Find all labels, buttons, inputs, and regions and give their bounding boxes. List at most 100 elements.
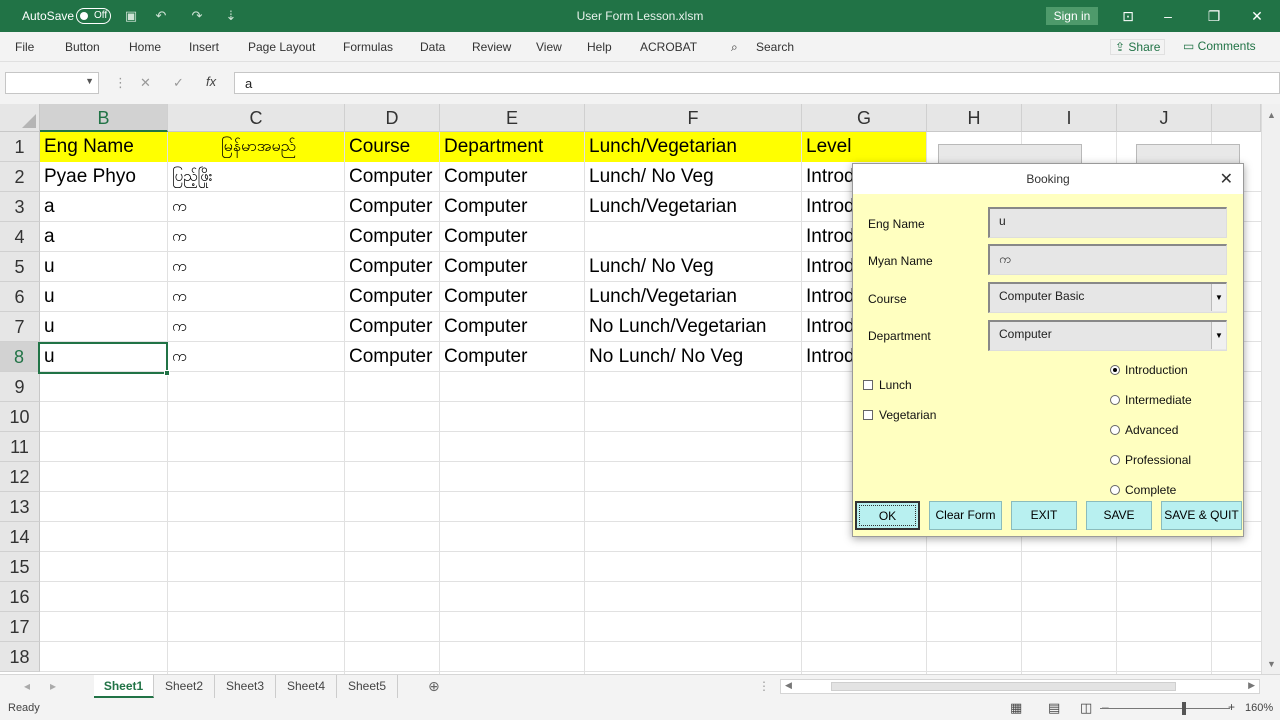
column-header-b[interactable]: B [40, 104, 168, 132]
tab-home[interactable]: Home [129, 40, 161, 54]
table-cell[interactable]: Lunch/Vegetarian [585, 192, 802, 222]
row-header[interactable]: 7 [0, 312, 40, 342]
tab-acrobat[interactable]: ACROBAT [640, 40, 697, 54]
row-header[interactable]: 15 [0, 552, 40, 582]
formula-input[interactable]: a [234, 72, 1280, 94]
tab-insert[interactable]: Insert [189, 40, 219, 54]
table-cell[interactable]: Computer [440, 312, 585, 342]
level-radio-introduction[interactable]: Introduction [1110, 363, 1188, 377]
scroll-right-icon[interactable]: ▶ [1248, 680, 1255, 691]
header-cell[interactable]: Eng Name [40, 132, 168, 162]
scroll-thumb[interactable] [831, 682, 1176, 691]
radio-selected-icon[interactable] [1110, 365, 1120, 375]
column-header-j[interactable]: J [1117, 104, 1212, 132]
level-radio-professional[interactable]: Professional [1110, 453, 1191, 467]
table-cell[interactable]: Pyae Phyo [40, 162, 168, 192]
header-cell[interactable]: Department [440, 132, 585, 162]
table-cell[interactable]: Introd [802, 252, 854, 282]
zoom-slider[interactable] [1100, 708, 1230, 709]
vegetarian-checkbox[interactable]: Vegetarian [863, 408, 936, 422]
table-cell[interactable]: Computer [440, 342, 585, 372]
header-cell[interactable]: မြန်မာအမည် [168, 132, 345, 162]
vertical-scrollbar[interactable]: ▲ ▼ [1261, 104, 1280, 674]
table-cell[interactable]: Introd [802, 282, 854, 312]
page-layout-icon[interactable]: ▤ [1048, 700, 1060, 716]
close-icon[interactable]: ✕ [1220, 169, 1233, 189]
prev-sheet-icon[interactable]: ◂ [24, 679, 30, 693]
tab-button[interactable]: Button [65, 40, 100, 54]
normal-view-icon[interactable]: ▦ [1010, 700, 1022, 716]
row-header[interactable]: 10 [0, 402, 40, 432]
zoom-level[interactable]: 160% [1245, 702, 1273, 714]
table-cell[interactable]: က [168, 282, 345, 312]
table-cell[interactable]: Computer [440, 162, 585, 192]
table-cell[interactable]: က [168, 312, 345, 342]
department-select[interactable]: Computer ▼ [988, 320, 1227, 351]
ok-button[interactable]: OK [855, 501, 920, 530]
maximize-icon[interactable]: ❐ [1204, 6, 1224, 26]
table-cell[interactable]: Introd [802, 312, 854, 342]
row-header[interactable]: 16 [0, 582, 40, 612]
enter-icon[interactable]: ✓ [173, 75, 184, 91]
chevron-down-icon[interactable]: ▼ [1211, 284, 1226, 311]
table-cell[interactable]: Computer [345, 312, 440, 342]
header-cell[interactable]: Level [802, 132, 927, 162]
zoom-in-icon[interactable]: + [1228, 700, 1235, 714]
table-cell[interactable]: Lunch/ No Veg [585, 162, 802, 192]
tab-page-layout[interactable]: Page Layout [248, 40, 315, 54]
level-radio-intermediate[interactable]: Intermediate [1110, 393, 1192, 407]
column-header-c[interactable]: C [168, 104, 345, 132]
table-cell[interactable]: Lunch/ No Veg [585, 252, 802, 282]
eng-name-field[interactable]: u [988, 207, 1227, 238]
sheet-tab-sheet4[interactable]: Sheet4 [276, 675, 337, 698]
level-radio-advanced[interactable]: Advanced [1110, 423, 1178, 437]
column-header-f[interactable]: F [585, 104, 802, 132]
level-radio-complete[interactable]: Complete [1110, 483, 1176, 497]
ribbon-display-icon[interactable]: ⊡ [1118, 6, 1138, 26]
table-cell[interactable]: Computer [345, 282, 440, 312]
table-cell[interactable]: Introd [802, 162, 854, 192]
column-header-g[interactable]: G [802, 104, 927, 132]
zoom-slider-thumb[interactable] [1182, 702, 1186, 715]
course-select[interactable]: Computer Basic ▼ [988, 282, 1227, 313]
save-button[interactable]: SAVE [1086, 501, 1152, 530]
table-cell[interactable]: u [40, 312, 168, 342]
scroll-down-icon[interactable]: ▼ [1267, 659, 1276, 669]
table-cell[interactable]: Introd [802, 342, 854, 372]
row-header[interactable]: 8 [0, 342, 40, 372]
table-cell[interactable]: No Lunch/ No Veg [585, 342, 802, 372]
fill-handle[interactable] [164, 370, 170, 376]
comments-button[interactable]: ▭ Comments [1183, 39, 1256, 53]
tab-data[interactable]: Data [420, 40, 445, 54]
page-break-icon[interactable]: ◫ [1080, 700, 1092, 716]
active-cell-selection[interactable] [38, 342, 170, 376]
save-quit-button[interactable]: SAVE & QUIT [1161, 501, 1242, 530]
checkbox-box[interactable] [863, 380, 873, 390]
scroll-up-icon[interactable]: ▲ [1267, 110, 1276, 120]
table-cell[interactable]: Computer [345, 252, 440, 282]
row-header[interactable]: 12 [0, 462, 40, 492]
name-box[interactable]: ▼ [5, 72, 99, 94]
tab-view[interactable]: View [536, 40, 562, 54]
table-cell[interactable]: u [40, 252, 168, 282]
radio-icon[interactable] [1110, 485, 1120, 495]
lunch-checkbox[interactable]: Lunch [863, 378, 912, 392]
row-header[interactable]: 17 [0, 612, 40, 642]
tab-formulas[interactable]: Formulas [343, 40, 393, 54]
chevron-down-icon[interactable]: ▼ [1211, 322, 1226, 349]
myan-name-field[interactable]: က [988, 244, 1227, 275]
sheet-tab-sheet1[interactable]: Sheet1 [94, 675, 154, 698]
table-cell[interactable] [585, 222, 802, 252]
row-header[interactable]: 4 [0, 222, 40, 252]
sheet-tab-sheet5[interactable]: Sheet5 [337, 675, 398, 698]
clear-form-button[interactable]: Clear Form [929, 501, 1002, 530]
share-button[interactable]: ⇪ Share [1110, 39, 1166, 55]
table-cell[interactable]: No Lunch/Vegetarian [585, 312, 802, 342]
table-cell[interactable]: Computer [345, 222, 440, 252]
table-cell[interactable]: Computer [440, 282, 585, 312]
header-cell[interactable]: Course [345, 132, 440, 162]
exit-button[interactable]: EXIT [1011, 501, 1077, 530]
checkbox-box[interactable] [863, 410, 873, 420]
select-all-corner[interactable] [0, 104, 40, 132]
search-icon[interactable]: ⌕ [731, 40, 738, 55]
